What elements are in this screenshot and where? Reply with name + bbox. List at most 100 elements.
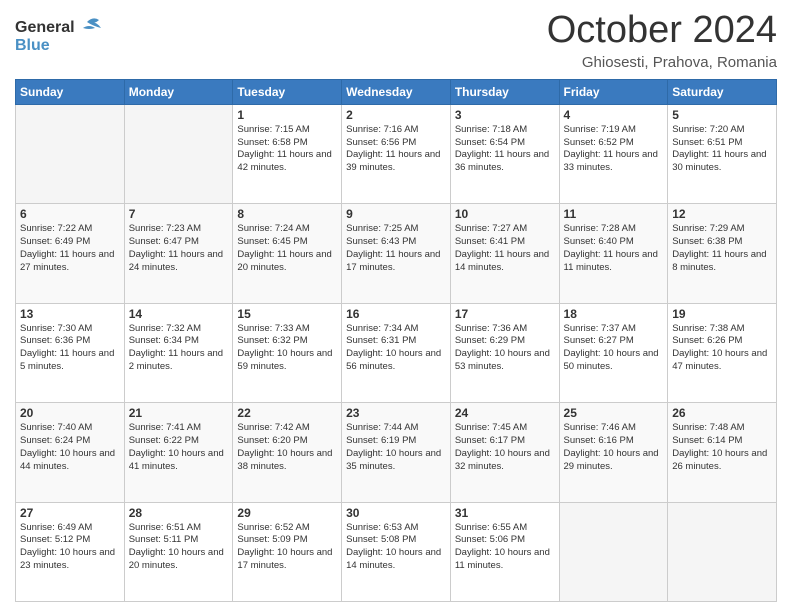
cell-info: Sunrise: 7:40 AM Sunset: 6:24 PM Dayligh… — [20, 422, 120, 473]
cell-info: Sunrise: 6:53 AM Sunset: 5:08 PM Dayligh… — [346, 522, 446, 573]
cell-info: Sunrise: 7:37 AM Sunset: 6:27 PM Dayligh… — [564, 323, 664, 374]
logo-text: General Blue — [15, 14, 105, 63]
day-number: 16 — [346, 307, 446, 321]
calendar-cell: 13 Sunrise: 7:30 AM Sunset: 6:36 PM Dayli… — [16, 303, 125, 402]
col-saturday: Saturday — [668, 79, 777, 104]
day-number: 14 — [129, 307, 229, 321]
day-number: 22 — [237, 406, 337, 420]
day-number: 30 — [346, 506, 446, 520]
day-number: 13 — [20, 307, 120, 321]
calendar-cell: 23Sunrise: 7:44 AM Sunset: 6:19 PM Dayli… — [342, 403, 451, 502]
calendar-cell: 25 Sunrise: 7:46 AM Sunset: 6:16 PM Dayli… — [559, 403, 668, 502]
month-title: October 2024 — [547, 10, 777, 52]
cell-info: Sunrise: 7:20 AM Sunset: 6:51 PM Dayligh… — [672, 124, 772, 175]
svg-text:Blue: Blue — [15, 37, 50, 54]
calendar-cell: 12Sunrise: 7:29 AM Sunset: 6:38 PM Dayli… — [668, 204, 777, 303]
cell-info: Sunrise: 7:46 AM Sunset: 6:16 PM Dayligh… — [564, 422, 664, 473]
day-number: 20 — [20, 406, 120, 420]
col-friday: Friday — [559, 79, 668, 104]
cell-info: Sunrise: 7:22 AM Sunset: 6:49 PM Dayligh… — [20, 223, 120, 274]
week-row-4: 20 Sunrise: 7:40 AM Sunset: 6:24 PM Dayli… — [16, 403, 777, 502]
title-block: October 2024 Ghiosesti, Prahova, Romania — [547, 10, 777, 71]
calendar-cell: 16 Sunrise: 7:34 AM Sunset: 6:31 PM Dayli… — [342, 303, 451, 402]
day-number: 28 — [129, 506, 229, 520]
col-sunday: Sunday — [16, 79, 125, 104]
cell-info: Sunrise: 7:15 AM Sunset: 6:58 PM Dayligh… — [237, 124, 337, 175]
day-number: 31 — [455, 506, 555, 520]
cell-info: Sunrise: 7:38 AM Sunset: 6:26 PM Dayligh… — [672, 323, 772, 374]
day-number: 10 — [455, 207, 555, 221]
day-number: 3 — [455, 108, 555, 122]
cell-info: Sunrise: 7:33 AM Sunset: 6:32 PM Dayligh… — [237, 323, 337, 374]
calendar-table: Sunday Monday Tuesday Wednesday Thursday… — [15, 79, 777, 602]
day-number: 27 — [20, 506, 120, 520]
cell-info: Sunrise: 7:45 AM Sunset: 6:17 PM Dayligh… — [455, 422, 555, 473]
week-row-5: 27 Sunrise: 6:49 AM Sunset: 5:12 PM Dayli… — [16, 502, 777, 601]
cell-info: Sunrise: 7:29 AM Sunset: 6:38 PM Dayligh… — [672, 223, 772, 274]
day-number: 19 — [672, 307, 772, 321]
day-number: 1 — [237, 108, 337, 122]
cell-info: Sunrise: 6:51 AM Sunset: 5:11 PM Dayligh… — [129, 522, 229, 573]
cell-info: Sunrise: 7:48 AM Sunset: 6:14 PM Dayligh… — [672, 422, 772, 473]
calendar-cell: 30 Sunrise: 6:53 AM Sunset: 5:08 PM Dayli… — [342, 502, 451, 601]
calendar-cell: 7Sunrise: 7:23 AM Sunset: 6:47 PM Daylig… — [124, 204, 233, 303]
calendar-cell: 17 Sunrise: 7:36 AM Sunset: 6:29 PM Dayli… — [450, 303, 559, 402]
calendar-cell: 29 Sunrise: 6:52 AM Sunset: 5:09 PM Dayli… — [233, 502, 342, 601]
calendar-cell: 11 Sunrise: 7:28 AM Sunset: 6:40 PM Dayli… — [559, 204, 668, 303]
calendar-cell: 3 Sunrise: 7:18 AM Sunset: 6:54 PM Daylig… — [450, 104, 559, 203]
cell-info: Sunrise: 6:52 AM Sunset: 5:09 PM Dayligh… — [237, 522, 337, 573]
cell-info: Sunrise: 7:42 AM Sunset: 6:20 PM Dayligh… — [237, 422, 337, 473]
day-number: 23 — [346, 406, 446, 420]
cell-info: Sunrise: 6:55 AM Sunset: 5:06 PM Dayligh… — [455, 522, 555, 573]
calendar-cell: 31 Sunrise: 6:55 AM Sunset: 5:06 PM Dayli… — [450, 502, 559, 601]
calendar-cell: 22 Sunrise: 7:42 AM Sunset: 6:20 PM Dayli… — [233, 403, 342, 502]
calendar-cell: 27 Sunrise: 6:49 AM Sunset: 5:12 PM Dayli… — [16, 502, 125, 601]
day-number: 8 — [237, 207, 337, 221]
week-row-1: 1 Sunrise: 7:15 AM Sunset: 6:58 PM Daylig… — [16, 104, 777, 203]
calendar-cell — [16, 104, 125, 203]
day-number: 15 — [237, 307, 337, 321]
cell-info: Sunrise: 7:28 AM Sunset: 6:40 PM Dayligh… — [564, 223, 664, 274]
day-number: 17 — [455, 307, 555, 321]
cell-info: Sunrise: 7:30 AM Sunset: 6:36 PM Dayligh… — [20, 323, 120, 374]
calendar-cell — [668, 502, 777, 601]
day-number: 18 — [564, 307, 664, 321]
calendar-cell: 5Sunrise: 7:20 AM Sunset: 6:51 PM Daylig… — [668, 104, 777, 203]
calendar-cell: 28 Sunrise: 6:51 AM Sunset: 5:11 PM Dayli… — [124, 502, 233, 601]
cell-info: Sunrise: 7:36 AM Sunset: 6:29 PM Dayligh… — [455, 323, 555, 374]
cell-info: Sunrise: 7:23 AM Sunset: 6:47 PM Dayligh… — [129, 223, 229, 274]
calendar-cell: 6 Sunrise: 7:22 AM Sunset: 6:49 PM Daylig… — [16, 204, 125, 303]
calendar-cell: 18 Sunrise: 7:37 AM Sunset: 6:27 PM Dayli… — [559, 303, 668, 402]
cell-info: Sunrise: 7:27 AM Sunset: 6:41 PM Dayligh… — [455, 223, 555, 274]
col-monday: Monday — [124, 79, 233, 104]
calendar-cell: 4 Sunrise: 7:19 AM Sunset: 6:52 PM Daylig… — [559, 104, 668, 203]
calendar-cell: 14Sunrise: 7:32 AM Sunset: 6:34 PM Dayli… — [124, 303, 233, 402]
day-number: 29 — [237, 506, 337, 520]
col-tuesday: Tuesday — [233, 79, 342, 104]
day-number: 6 — [20, 207, 120, 221]
page: General Blue October 2024 Ghiosesti, Pra… — [0, 0, 792, 612]
day-number: 26 — [672, 406, 772, 420]
calendar-cell: 21Sunrise: 7:41 AM Sunset: 6:22 PM Dayli… — [124, 403, 233, 502]
day-number: 25 — [564, 406, 664, 420]
calendar-cell: 8Sunrise: 7:24 AM Sunset: 6:45 PM Daylig… — [233, 204, 342, 303]
calendar-cell — [124, 104, 233, 203]
cell-info: Sunrise: 7:18 AM Sunset: 6:54 PM Dayligh… — [455, 124, 555, 175]
day-number: 11 — [564, 207, 664, 221]
calendar-cell: 20 Sunrise: 7:40 AM Sunset: 6:24 PM Dayli… — [16, 403, 125, 502]
cell-info: Sunrise: 6:49 AM Sunset: 5:12 PM Dayligh… — [20, 522, 120, 573]
header: General Blue October 2024 Ghiosesti, Pra… — [15, 10, 777, 71]
calendar-cell: 15 Sunrise: 7:33 AM Sunset: 6:32 PM Dayli… — [233, 303, 342, 402]
cell-info: Sunrise: 7:34 AM Sunset: 6:31 PM Dayligh… — [346, 323, 446, 374]
calendar-cell: 9Sunrise: 7:25 AM Sunset: 6:43 PM Daylig… — [342, 204, 451, 303]
calendar-cell — [559, 502, 668, 601]
day-number: 4 — [564, 108, 664, 122]
location: Ghiosesti, Prahova, Romania — [547, 54, 777, 71]
col-thursday: Thursday — [450, 79, 559, 104]
col-wednesday: Wednesday — [342, 79, 451, 104]
calendar-cell: 19 Sunrise: 7:38 AM Sunset: 6:26 PM Dayli… — [668, 303, 777, 402]
week-row-2: 6 Sunrise: 7:22 AM Sunset: 6:49 PM Daylig… — [16, 204, 777, 303]
cell-info: Sunrise: 7:19 AM Sunset: 6:52 PM Dayligh… — [564, 124, 664, 175]
calendar-cell: 24Sunrise: 7:45 AM Sunset: 6:17 PM Dayli… — [450, 403, 559, 502]
logo: General Blue — [15, 14, 105, 63]
